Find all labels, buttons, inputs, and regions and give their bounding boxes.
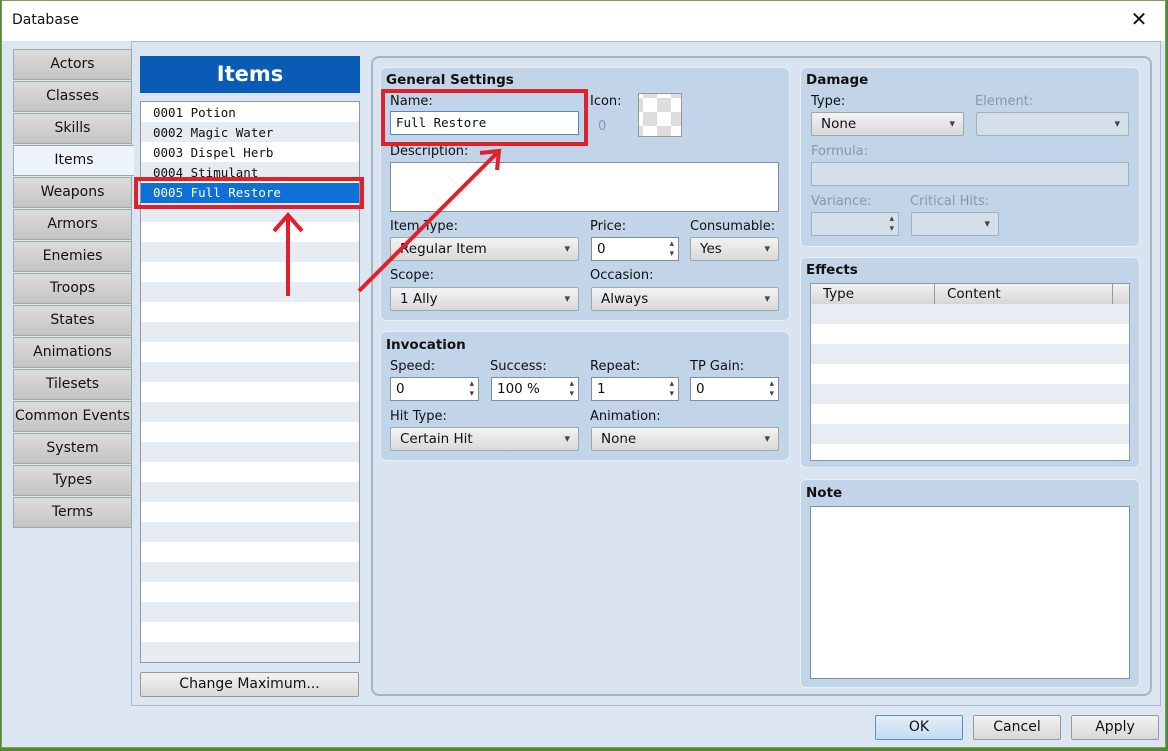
arrow-diagonal-icon	[357, 148, 502, 293]
highlight-box-name	[381, 89, 588, 146]
highlight-box-list-item	[134, 177, 364, 209]
arrow-up-icon	[272, 211, 304, 296]
database-window: Database ✕ Actors Classes Skills Items Weapo…	[1, 0, 1166, 748]
tab-items[interactable]: Items	[13, 145, 134, 176]
annotation-overlay	[134, 89, 588, 296]
